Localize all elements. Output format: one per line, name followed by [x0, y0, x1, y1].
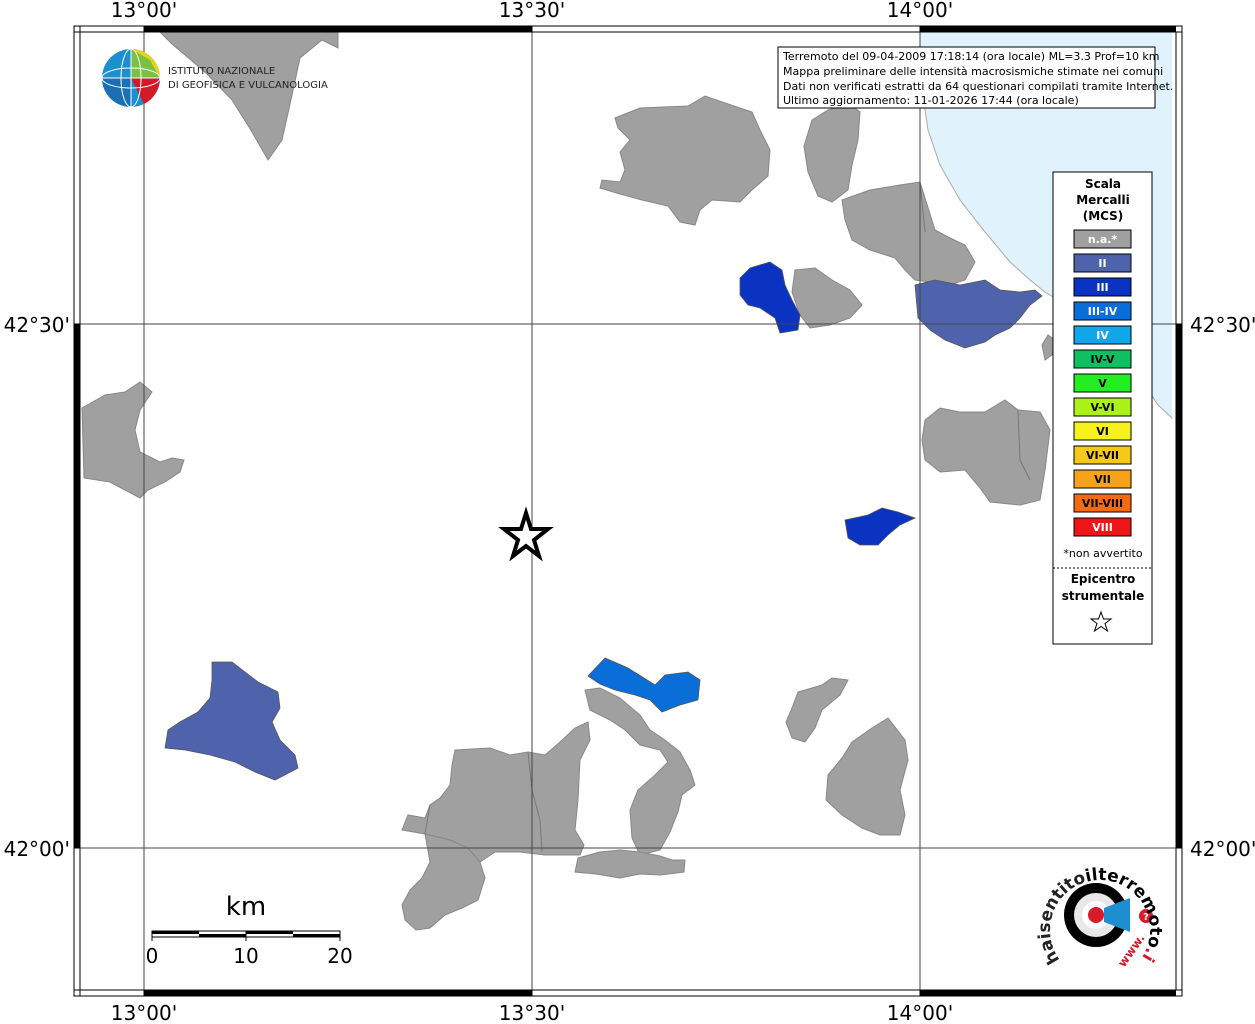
scale-tick-20: 20: [327, 944, 352, 968]
info-line-3: Dati non verificati estratti da 64 quest…: [783, 80, 1173, 93]
legend-label: III-IV: [1088, 305, 1118, 318]
legend-title-2: Mercalli: [1076, 193, 1130, 207]
lat-label-left-2: 42°00': [4, 837, 70, 861]
legend: Scala Mercalli (MCS) n.a.*IIIIIIII-IVIVI…: [1052, 171, 1153, 645]
legend-label: V-VI: [1090, 401, 1114, 414]
legend-label: IV: [1096, 329, 1109, 342]
legend-label: III: [1096, 281, 1108, 294]
scale-tick-0: 0: [146, 944, 159, 968]
lon-label-bottom-2: 13°30': [499, 1001, 565, 1024]
legend-title-1: Scala: [1085, 177, 1121, 191]
info-line-1: Terremoto del 09-04-2009 17:18:14 (ora l…: [782, 50, 1160, 63]
lat-label-right-1: 42°30': [1190, 313, 1255, 337]
legend-label: n.a.*: [1088, 233, 1118, 246]
legend-label: VIII: [1092, 521, 1113, 534]
info-box: Terremoto del 09-04-2009 17:18:14 (ora l…: [777, 46, 1173, 109]
lon-label-bottom-3: 14°00': [887, 1001, 953, 1024]
legend-label: VI-VII: [1086, 449, 1119, 462]
lat-label-right-2: 42°00': [1190, 837, 1255, 861]
lon-label-bottom-1: 13°00': [111, 1001, 177, 1024]
intensity-map: 13°00' 13°30' 14°00' 13°00' 13°30' 14°00…: [0, 0, 1255, 1024]
scale-unit: km: [226, 892, 266, 922]
legend-label: VII: [1094, 473, 1111, 486]
legend-label: VII-VIII: [1082, 497, 1123, 510]
info-line-4: Ultimo aggiornamento: 11-01-2026 17:44 (…: [783, 94, 1079, 107]
legend-label: IV-V: [1090, 353, 1115, 366]
scale-tick-10: 10: [233, 944, 258, 968]
lon-label-top-1: 13°00': [111, 0, 177, 22]
lon-label-top-2: 13°30': [499, 0, 565, 22]
legend-note: *non avvertito: [1063, 547, 1142, 560]
legend-label: V: [1098, 377, 1107, 390]
lon-label-top-3: 14°00': [887, 0, 953, 22]
logo-line-1: ISTITUTO NAZIONALE: [168, 66, 275, 77]
legend-epicentre-1: Epicentro: [1071, 572, 1136, 586]
legend-label: II: [1098, 257, 1106, 270]
info-line-2: Mappa preliminare delle intensità macros…: [783, 65, 1163, 78]
globe-icon: [101, 48, 161, 108]
lat-label-left-1: 42°30': [4, 313, 70, 337]
logo-line-2: DI GEOFISICA E VULCANOLOGIA: [168, 80, 328, 91]
legend-title-3: (MCS): [1083, 209, 1124, 223]
legend-epicentre-2: strumentale: [1062, 589, 1145, 603]
legend-label: VI: [1096, 425, 1109, 438]
